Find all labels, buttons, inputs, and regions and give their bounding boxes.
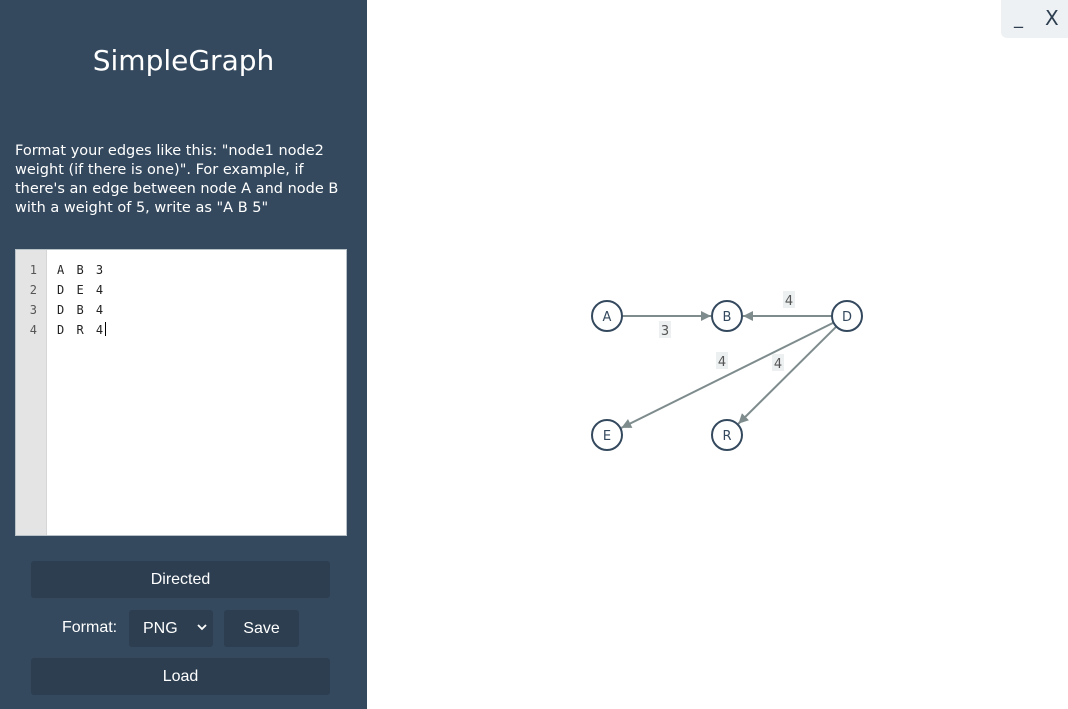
text-cursor xyxy=(104,322,106,336)
graph-node-label: E xyxy=(603,429,611,444)
window-controls: _ X xyxy=(1001,0,1068,38)
edge-D-E xyxy=(620,321,835,429)
format-select[interactable]: PNG xyxy=(129,610,213,647)
graph-node-label: R xyxy=(722,429,731,444)
close-button[interactable]: X xyxy=(1045,6,1059,30)
editor-line[interactable]: D B 4 xyxy=(57,300,346,320)
edge-D-R xyxy=(737,325,838,425)
editor-line[interactable]: D E 4 xyxy=(57,280,346,300)
edge-weight-label: 4 xyxy=(785,294,793,309)
sidebar: SimpleGraph Format your edges like this:… xyxy=(0,0,367,709)
format-label: Format: xyxy=(62,619,118,636)
editor-line-active[interactable]: D R 4 xyxy=(57,320,346,340)
edge-weight-label: 4 xyxy=(774,357,782,372)
line-number-gutter: 1 2 3 4 xyxy=(16,250,47,535)
graph-node-label: D xyxy=(842,310,852,325)
chevron-down-icon xyxy=(197,624,207,631)
line-number: 3 xyxy=(29,303,37,317)
format-selected-value: PNG xyxy=(143,619,178,637)
format-instructions: Format your edges like this: "node1 node… xyxy=(15,143,339,216)
editor-text-area[interactable]: A B 3 D E 4 D B 4 D R 4 xyxy=(47,250,346,535)
load-button[interactable]: Load xyxy=(31,658,330,695)
edge-weight-label: 4 xyxy=(718,355,726,370)
edge-weight-label: 3 xyxy=(661,324,669,339)
app-title: SimpleGraph xyxy=(92,44,275,77)
save-button[interactable]: Save xyxy=(224,610,299,647)
line-number: 4 xyxy=(29,323,37,337)
edge-editor[interactable]: 1 2 3 4 A B 3 D E 4 D B 4 D R 4 xyxy=(15,249,347,536)
line-number: 1 xyxy=(29,263,37,277)
graph-node-label: B xyxy=(723,310,732,325)
editor-line[interactable]: A B 3 xyxy=(57,260,346,280)
editor-line-text[interactable]: D R 4 xyxy=(57,323,106,337)
graph-node-label: A xyxy=(603,310,612,325)
minimize-button[interactable]: _ xyxy=(1014,8,1023,29)
graph-canvas[interactable]: 3 4 4 4 A B D E R xyxy=(367,38,1068,709)
line-number: 2 xyxy=(29,283,37,297)
directed-toggle-button[interactable]: Directed xyxy=(31,561,330,598)
